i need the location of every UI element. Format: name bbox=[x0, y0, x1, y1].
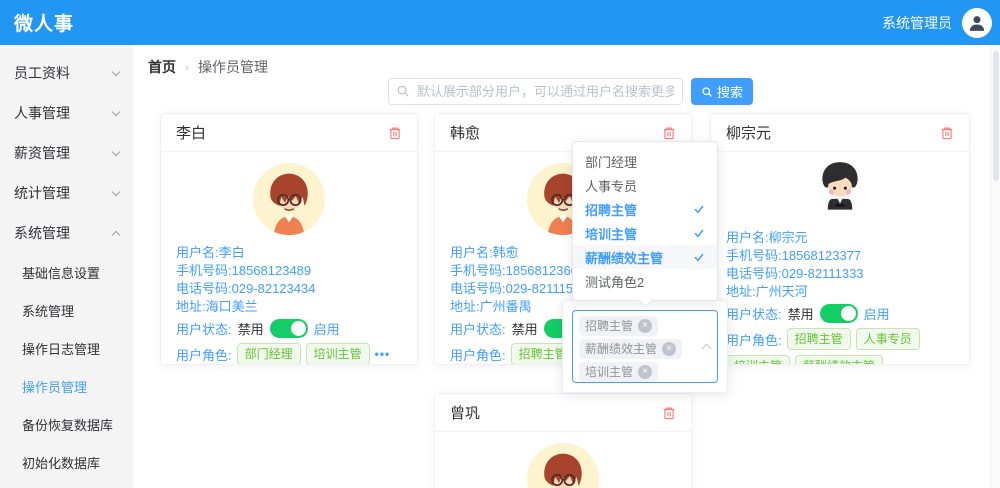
breadcrumb-separator-icon: › bbox=[185, 60, 189, 74]
sidebar-item-hr-management[interactable]: 人事管理 bbox=[0, 93, 133, 133]
selected-role-tag: 薪酬绩效主管 × bbox=[579, 339, 682, 359]
check-icon bbox=[693, 251, 705, 263]
address-value: 地址:广州天河 bbox=[726, 283, 954, 301]
status-disabled-label: 禁用 bbox=[788, 304, 814, 323]
card-title: 柳宗元 bbox=[726, 122, 771, 143]
role-dropdown-menu: 部门经理 人事专员 招聘主管 培训主管 薪酬绩效主管 bbox=[572, 141, 718, 301]
role-tag: 人事专员 bbox=[856, 328, 920, 350]
roles-label: 用户角色: bbox=[176, 345, 232, 364]
dropdown-option-department-manager[interactable]: 部门经理 bbox=[573, 149, 717, 173]
dropdown-option-recruit-supervisor[interactable]: 招聘主管 bbox=[573, 197, 717, 221]
sidebar-subitem-system[interactable]: 系统管理 bbox=[0, 291, 133, 329]
mobile-value: 手机号码:18568123489 bbox=[176, 262, 402, 280]
breadcrumb-home[interactable]: 首页 bbox=[148, 57, 176, 77]
username-value: 用户名:柳宗元 bbox=[726, 229, 954, 247]
username-value: 用户名:李白 bbox=[176, 244, 402, 262]
chevron-down-icon bbox=[112, 147, 120, 155]
role-tag: 招聘主管 bbox=[787, 328, 851, 350]
scrollbar-thumb[interactable] bbox=[993, 51, 999, 181]
selected-role-tag: 招聘主管 × bbox=[579, 316, 658, 336]
role-tag: 培训主管 bbox=[306, 343, 370, 365]
search-icon bbox=[396, 84, 410, 103]
sidebar-item-statistics[interactable]: 统计管理 bbox=[0, 173, 133, 213]
delete-user-icon[interactable] bbox=[662, 406, 676, 420]
user-card-libai: 李白 bbox=[160, 113, 418, 365]
card-title: 曾巩 bbox=[450, 402, 480, 423]
app-title: 微人事 bbox=[14, 9, 74, 36]
role-select-popover: 招聘主管 × 薪酬绩效主管 × 培训主管 × bbox=[562, 300, 728, 393]
dropdown-option-test-role-2[interactable]: 测试角色2 bbox=[573, 269, 717, 293]
current-user-label[interactable]: 系统管理员 bbox=[882, 13, 952, 33]
chevron-down-icon bbox=[112, 67, 120, 75]
status-toggle[interactable] bbox=[270, 319, 308, 338]
dropdown-option-hr-specialist[interactable]: 人事专员 bbox=[573, 173, 717, 197]
role-tag: 薪酬绩效主管 bbox=[795, 355, 883, 365]
avatar bbox=[726, 157, 954, 229]
delete-user-icon[interactable] bbox=[662, 126, 676, 140]
close-icon[interactable]: × bbox=[662, 342, 676, 356]
close-icon[interactable]: × bbox=[638, 365, 652, 379]
user-card-liuzongyuan: 柳宗元 bbox=[710, 113, 970, 365]
status-toggle[interactable] bbox=[820, 304, 858, 323]
main-content: 首页 › 操作员管理 搜索 李白 bbox=[133, 45, 1000, 488]
status-disabled-label: 禁用 bbox=[238, 319, 264, 338]
breadcrumb: 首页 › 操作员管理 bbox=[148, 57, 268, 77]
chevron-down-icon bbox=[112, 187, 120, 195]
sidebar-nav: 员工资料 人事管理 薪资管理 统计管理 系统管理 基础信息设置 系统管理 操作日… bbox=[0, 45, 133, 488]
dropdown-option-training-supervisor[interactable]: 培训主管 bbox=[573, 221, 717, 245]
avatar bbox=[176, 157, 402, 244]
status-enabled-label: 启用 bbox=[864, 304, 890, 323]
status-disabled-label: 禁用 bbox=[512, 319, 538, 338]
check-icon bbox=[693, 227, 705, 239]
search-bar: 搜索 bbox=[388, 78, 753, 105]
search-input[interactable] bbox=[388, 78, 683, 105]
more-roles-icon[interactable]: ••• bbox=[888, 359, 904, 365]
dropdown-option-compensation-supervisor[interactable]: 薪酬绩效主管 bbox=[573, 245, 717, 269]
search-button[interactable]: 搜索 bbox=[691, 78, 753, 105]
more-roles-icon[interactable]: ••• bbox=[375, 347, 391, 361]
mobile-value: 手机号码:18568123377 bbox=[726, 247, 954, 265]
phone-value: 电话号码:029-82123434 bbox=[176, 280, 402, 298]
user-avatar[interactable] bbox=[962, 8, 992, 38]
phone-value: 电话号码:029-82111333 bbox=[726, 265, 954, 283]
app-window: 微人事 系统管理员 员工资料 人事管理 薪资管理 统计管理 bbox=[0, 0, 1000, 488]
address-value: 地址:海口美兰 bbox=[176, 298, 402, 316]
scrollbar-track bbox=[990, 45, 1000, 488]
role-multi-select[interactable]: 招聘主管 × 薪酬绩效主管 × 培训主管 × bbox=[572, 310, 718, 383]
delete-user-icon[interactable] bbox=[388, 126, 402, 140]
chevron-up-icon bbox=[112, 230, 120, 238]
sidebar-subitem-operation-log[interactable]: 操作日志管理 bbox=[0, 329, 133, 367]
search-icon bbox=[701, 86, 713, 98]
sidebar-subitem-basic-info[interactable]: 基础信息设置 bbox=[0, 253, 133, 291]
top-header: 微人事 系统管理员 bbox=[0, 0, 1000, 45]
person-icon bbox=[967, 13, 987, 33]
selected-role-tag: 培训主管 × bbox=[579, 362, 658, 382]
sidebar-item-salary-management[interactable]: 薪资管理 bbox=[0, 133, 133, 173]
status-enabled-label: 启用 bbox=[314, 319, 340, 338]
sidebar-subitem-init-database[interactable]: 初始化数据库 bbox=[0, 443, 133, 481]
sidebar-item-employee-data[interactable]: 员工资料 bbox=[0, 53, 133, 93]
avatar bbox=[450, 437, 676, 488]
sidebar-item-system-management[interactable]: 系统管理 bbox=[0, 213, 133, 253]
breadcrumb-current: 操作员管理 bbox=[198, 57, 268, 77]
chevron-down-icon bbox=[112, 107, 120, 115]
role-tag: 部门经理 bbox=[237, 343, 301, 365]
close-icon[interactable]: × bbox=[638, 319, 652, 333]
status-label: 用户状态: bbox=[176, 319, 232, 338]
role-tag: 培训主管 bbox=[726, 355, 790, 365]
status-label: 用户状态: bbox=[450, 319, 506, 338]
roles-label: 用户角色: bbox=[450, 345, 506, 364]
sidebar-subitem-operator-management[interactable]: 操作员管理 bbox=[0, 367, 133, 405]
chevron-up-icon bbox=[702, 344, 712, 354]
sidebar-subitem-backup-restore[interactable]: 备份恢复数据库 bbox=[0, 405, 133, 443]
delete-user-icon[interactable] bbox=[940, 126, 954, 140]
card-title: 李白 bbox=[176, 122, 206, 143]
roles-label: 用户角色: bbox=[726, 330, 782, 349]
check-icon bbox=[693, 203, 705, 215]
card-title: 韩愈 bbox=[450, 122, 480, 143]
user-card-zenggong: 曾巩 bbox=[434, 393, 692, 488]
status-label: 用户状态: bbox=[726, 304, 782, 323]
